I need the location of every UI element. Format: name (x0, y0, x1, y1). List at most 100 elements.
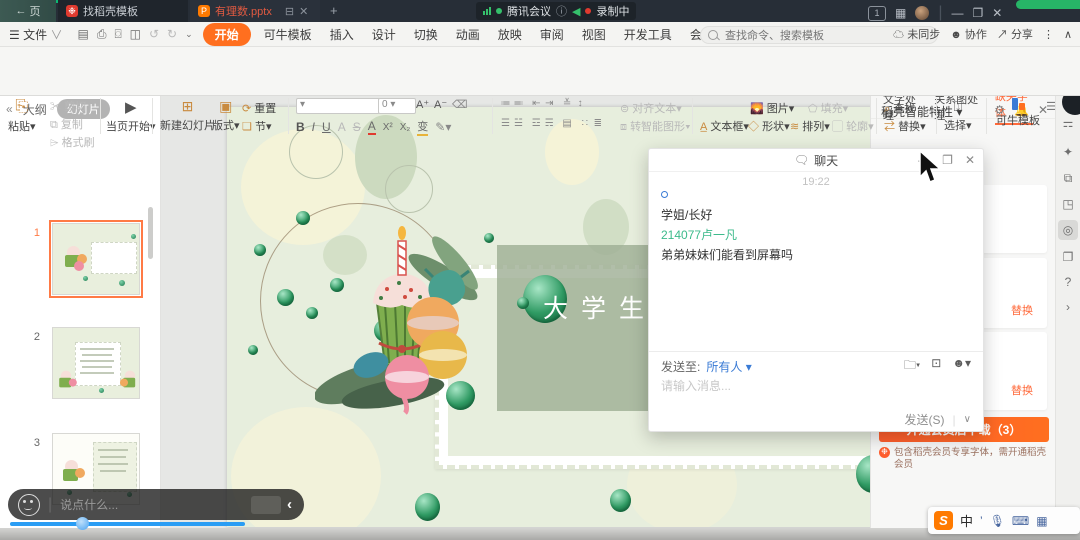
avatar[interactable] (915, 6, 929, 20)
video-progress-bar[interactable] (10, 522, 245, 526)
list-level-icon[interactable]: ≣ (592, 118, 605, 129)
print-icon[interactable]: ⌼ (114, 27, 121, 42)
duplicate-layers-icon[interactable]: ⧉ (1058, 168, 1078, 188)
find-button[interactable]: ⌕ 查找 (884, 100, 915, 116)
strikethrough-button[interactable]: S (353, 120, 361, 134)
subscript-button[interactable]: X₂ (400, 122, 411, 133)
numbering-icon[interactable]: ≕ (513, 98, 526, 109)
font-family-select[interactable]: ▾ (296, 98, 380, 114)
new-tab-button[interactable]: + (330, 3, 338, 18)
send-options-chevron[interactable]: ∨ (964, 414, 971, 425)
meeting-chat-window[interactable]: 🗨 聊天 — ❐ ✕ 19:22 学姐/长好 214077卢一凡 弟弟妹妹们能看… (648, 148, 984, 432)
single-window-icon[interactable]: 1 (868, 6, 886, 21)
danmaku-placeholder[interactable]: 说点什么... (60, 496, 251, 513)
outline-button[interactable]: ▢ 轮廓▾ (832, 118, 874, 134)
text-effects-button[interactable]: ✎▾ (435, 120, 451, 134)
emoji-smiley-icon[interactable] (18, 494, 40, 516)
reset-button[interactable]: ⟳ 重置 (242, 100, 276, 116)
info-icon[interactable]: ⓘ (556, 3, 567, 19)
justify-icon[interactable]: ☴ (544, 118, 557, 129)
close-button[interactable]: ✕ (992, 6, 1002, 20)
clear-format-icon[interactable]: ⌫ (452, 98, 468, 111)
chat-input-placeholder[interactable]: 请输入消息... (661, 377, 731, 394)
smart-features-icon-selected[interactable]: ◎ (1058, 220, 1078, 240)
panel-scrollbar[interactable] (148, 207, 153, 259)
cut-button[interactable]: ✂ 剪切 (50, 98, 95, 114)
section-button[interactable]: ❏ 节▾ (242, 118, 271, 134)
font-size-select[interactable]: 0 ▾ (378, 98, 416, 114)
increase-indent-icon[interactable]: ⇥ (544, 98, 557, 109)
preview-icon[interactable]: ◫ (130, 27, 141, 41)
shapes-button[interactable]: ◇ 形状▾ (748, 118, 790, 134)
format-painter-button[interactable]: ⌲ 格式刷 (50, 134, 95, 150)
menu-item-home[interactable]: 开始 (203, 23, 251, 46)
chat-close-icon[interactable]: ✕ (965, 153, 975, 167)
folder-icon[interactable]: 🗀▾ (904, 356, 920, 377)
microphone-icon[interactable]: 🎙 (990, 514, 1005, 528)
chevron-down-icon[interactable]: ⌄ (185, 29, 193, 40)
undo-icon[interactable]: ↺ (149, 27, 159, 41)
align-center-icon[interactable]: ☱ (513, 118, 526, 129)
smart-effects-icon[interactable]: ✦ (1058, 142, 1078, 162)
columns-icon[interactable]: ∷ (579, 118, 592, 129)
screenshot-icon[interactable]: ⊡ (931, 356, 941, 377)
menu-item-animation[interactable]: 动画 (447, 26, 489, 43)
line-spacing-icon[interactable]: ↕ (575, 98, 588, 109)
send-button[interactable]: 发送(S) (905, 411, 945, 428)
more-icon[interactable]: ⋮ (1043, 28, 1054, 41)
increase-font-icon[interactable]: A⁺ (416, 98, 429, 111)
restore-button[interactable]: ❐ (973, 6, 984, 20)
minimize-button[interactable]: — (952, 6, 964, 20)
back-arrow-icon[interactable]: ← (16, 5, 27, 17)
char-border-button[interactable]: A (338, 120, 346, 134)
file-menu[interactable]: ☰ 文件 ∨ (0, 26, 71, 43)
italic-button[interactable]: I (312, 120, 315, 134)
keniu-template-button[interactable]: 可牛模板 (996, 98, 1040, 128)
menu-item-slideshow[interactable]: 放映 (489, 26, 531, 43)
sync-status[interactable]: ☁ 未同步 (893, 26, 940, 42)
ime-grid-icon[interactable]: ▦ (1036, 514, 1047, 528)
replace-font-link[interactable]: 替换 (1011, 302, 1033, 318)
bold-button[interactable]: B (296, 120, 305, 134)
slide-thumbnail-2[interactable] (52, 327, 140, 399)
sogou-logo-icon[interactable]: S (934, 511, 953, 530)
tab-docer-templates[interactable]: ❉ 找稻壳模板 (58, 0, 188, 22)
slide-thumbnail-1[interactable] (52, 223, 140, 295)
layout-button[interactable]: ▣ 版式▾ (212, 98, 240, 133)
home-tab[interactable]: ← 页 (0, 0, 56, 22)
textbox-button[interactable]: A̲ 文本框▾ (700, 118, 749, 134)
image-edit-icon[interactable]: ◳ (1058, 194, 1078, 214)
menu-item-insert[interactable]: 插入 (321, 26, 363, 43)
save-icon[interactable]: ▤ (77, 27, 88, 41)
menu-item-review[interactable]: 审阅 (531, 26, 573, 43)
to-smartart-button[interactable]: ⧈ 转智能图形▾ (620, 118, 690, 134)
tab-close-icon[interactable]: ✕ (299, 5, 308, 18)
member-list-icon[interactable]: ☻▾ (952, 356, 971, 377)
align-right-icon[interactable]: ☲ (531, 118, 544, 129)
align-left-icon[interactable]: ☰ (500, 118, 513, 129)
fill-button[interactable]: ⬠ 填充▾ (808, 100, 848, 116)
new-slide-button[interactable]: ⊞ 新建幻灯片 (160, 98, 215, 133)
menu-item-design[interactable]: 设计 (363, 26, 405, 43)
progress-handle[interactable] (76, 517, 89, 530)
copy-button[interactable]: ⧉ 复制 (50, 116, 95, 132)
ime-lang-indicator[interactable]: 中 (960, 511, 973, 530)
share-button[interactable]: ↗ 分享 (997, 26, 1033, 42)
decrease-font-icon[interactable]: A⁻ (434, 98, 447, 111)
bullets-icon[interactable]: ≔ (500, 98, 513, 109)
highlight-button[interactable]: 变 (417, 118, 428, 136)
tab-current-document[interactable]: P 有理数.pptx ⊟ ✕ (190, 0, 320, 22)
select-button[interactable]: ⍗ 选择▾ (944, 98, 972, 133)
start-from-page-button[interactable]: ▶ 当页开始▾ (106, 98, 156, 134)
collapse-chevron-icon[interactable]: ‹ (287, 496, 292, 513)
collapse-strip-icon[interactable]: › (1058, 297, 1078, 317)
decrease-indent-icon[interactable]: ⇤ (531, 98, 544, 109)
menu-item-devtools[interactable]: 开发工具 (615, 26, 681, 43)
redo-icon[interactable]: ↻ (167, 27, 177, 41)
collaborate-button[interactable]: ☻ 协作 (950, 26, 987, 42)
collapse-ribbon-icon[interactable]: ∧ (1064, 28, 1072, 41)
help-icon[interactable]: ? (1058, 272, 1078, 292)
keyboard-icon[interactable]: ⌨ (1012, 514, 1029, 528)
distribute-icon[interactable]: ▤ (562, 118, 575, 129)
reader-book-icon[interactable]: ❐ (1058, 247, 1078, 267)
